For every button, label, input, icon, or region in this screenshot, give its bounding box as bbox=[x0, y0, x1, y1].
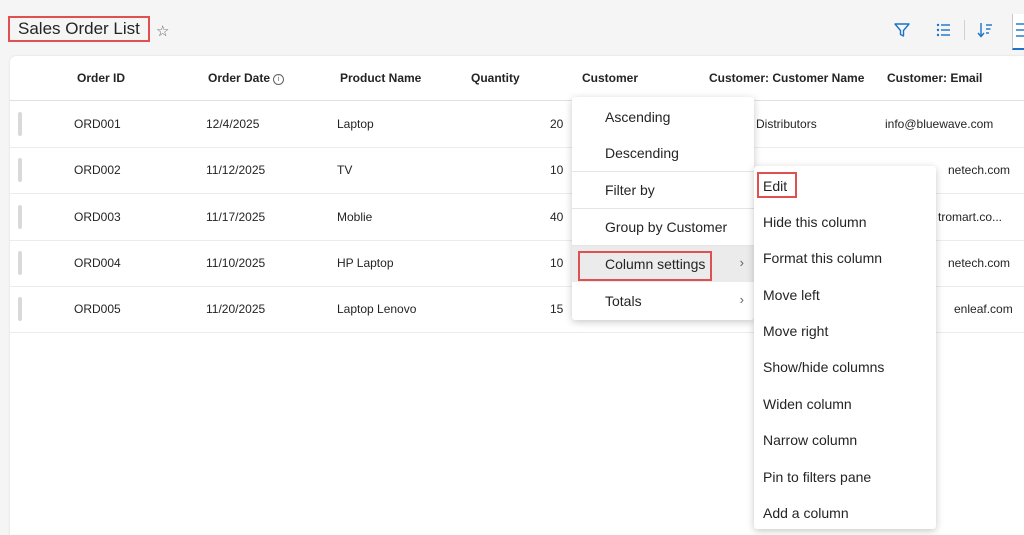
menu-item-label: Format this column bbox=[763, 250, 883, 266]
cell-order-id[interactable]: ORD003 bbox=[74, 210, 121, 224]
menu-item-label: Descending bbox=[605, 145, 679, 161]
menu-item-label: Widen column bbox=[763, 396, 852, 412]
cell-product-name: Moblie bbox=[337, 210, 373, 224]
menu-item-label: Filter by bbox=[605, 182, 655, 198]
submenu-item-narrow-column[interactable]: Narrow column bbox=[754, 422, 936, 458]
cell-customer-email: netech.com bbox=[948, 163, 1011, 177]
row-select-handle[interactable] bbox=[18, 251, 22, 275]
column-header-customer-name[interactable]: Customer: Customer Name bbox=[709, 71, 864, 85]
menu-item-label: Group by Customer bbox=[605, 219, 728, 235]
cell-customer-email: netech.com bbox=[948, 256, 1011, 270]
cell-order-date: 11/17/2025 bbox=[206, 210, 266, 224]
page-title[interactable]: Sales Order List bbox=[8, 16, 150, 42]
column-settings-submenu: Edit Hide this column Format this column… bbox=[754, 166, 936, 529]
cell-order-id[interactable]: ORD004 bbox=[74, 256, 121, 270]
column-header-quantity[interactable]: Quantity bbox=[471, 71, 520, 85]
cell-order-date: 11/20/2025 bbox=[206, 302, 266, 316]
menu-item-label: Move right bbox=[763, 323, 829, 339]
column-header-customer[interactable]: Customer bbox=[582, 71, 638, 85]
toolbar-separator bbox=[964, 20, 965, 40]
submenu-item-add-column[interactable]: Add a column bbox=[754, 495, 936, 531]
cell-order-date: 11/12/2025 bbox=[206, 163, 266, 177]
menu-item-label: Move left bbox=[763, 287, 820, 303]
chevron-right-icon: › bbox=[739, 255, 744, 270]
column-header-label: Customer: Email bbox=[887, 71, 983, 85]
cell-quantity: 10 bbox=[550, 256, 564, 270]
menu-item-label: Add a column bbox=[763, 505, 849, 521]
cell-customer-email: info@bluewave.com bbox=[885, 117, 994, 131]
menu-item-label: Column settings bbox=[605, 256, 706, 272]
cell-quantity: 10 bbox=[550, 163, 564, 177]
menu-item-totals[interactable]: Totals › bbox=[572, 283, 754, 319]
column-header-order-id[interactable]: Order ID bbox=[77, 71, 125, 85]
menu-item-column-settings[interactable]: Column settings › bbox=[572, 246, 754, 282]
list-icon[interactable] bbox=[933, 20, 953, 40]
menu-item-label: Totals bbox=[605, 293, 642, 309]
star-outline-icon[interactable]: ☆ bbox=[156, 22, 169, 40]
menu-item-descending[interactable]: Descending bbox=[572, 135, 754, 171]
menu-item-ascending[interactable]: Ascending bbox=[572, 99, 754, 135]
submenu-item-move-left[interactable]: Move left bbox=[754, 277, 936, 313]
cell-product-name: HP Laptop bbox=[337, 256, 394, 270]
cell-quantity: 15 bbox=[550, 302, 564, 316]
cell-customer-email: tromart.co... bbox=[938, 210, 1003, 224]
submenu-item-move-right[interactable]: Move right bbox=[754, 313, 936, 349]
column-header-order-date[interactable]: Order Date i bbox=[208, 71, 285, 85]
list-view-icon[interactable] bbox=[1012, 14, 1024, 50]
info-icon[interactable]: i bbox=[273, 74, 285, 85]
row-select-handle[interactable] bbox=[18, 112, 22, 136]
row-select-handle[interactable] bbox=[18, 205, 22, 229]
filter-icon[interactable] bbox=[892, 20, 912, 40]
submenu-item-pin-to-filters[interactable]: Pin to filters pane bbox=[754, 459, 936, 495]
menu-item-label: Hide this column bbox=[763, 214, 867, 230]
column-header-label: Order ID bbox=[77, 71, 126, 85]
menu-item-group-by-customer[interactable]: Group by Customer bbox=[572, 209, 754, 245]
submenu-item-widen-column[interactable]: Widen column bbox=[754, 386, 936, 422]
cell-quantity: 40 bbox=[550, 210, 564, 224]
cell-order-id[interactable]: ORD002 bbox=[74, 163, 121, 177]
submenu-item-show-hide-columns[interactable]: Show/hide columns bbox=[754, 349, 936, 385]
column-header-label: Quantity bbox=[471, 71, 520, 85]
cell-quantity: 20 bbox=[550, 117, 564, 131]
table-header: Order ID Order Date i Product Name Quanti… bbox=[10, 56, 1024, 101]
menu-item-filter-by[interactable]: Filter by bbox=[572, 172, 754, 208]
cell-order-id[interactable]: ORD001 bbox=[74, 117, 121, 131]
cell-order-date: 12/4/2025 bbox=[206, 117, 260, 131]
column-header-label: Product Name bbox=[340, 71, 422, 85]
column-header-product-name[interactable]: Product Name bbox=[340, 71, 421, 85]
cell-product-name: Laptop Lenovo bbox=[337, 302, 417, 316]
menu-item-label: Show/hide columns bbox=[763, 359, 885, 375]
cell-product-name: TV bbox=[337, 163, 353, 177]
cell-order-date: 11/10/2025 bbox=[206, 256, 266, 270]
row-select-handle[interactable] bbox=[18, 297, 22, 321]
column-header-customer-email[interactable]: Customer: Email bbox=[887, 71, 982, 85]
chevron-right-icon: › bbox=[739, 292, 744, 307]
cell-customer-name[interactable]: e Distributors bbox=[746, 117, 817, 131]
menu-item-label: Pin to filters pane bbox=[763, 469, 872, 485]
sort-icon[interactable] bbox=[975, 20, 995, 40]
table-row[interactable]: ORD001 12/4/2025 Laptop 20 e Distributor… bbox=[10, 101, 1024, 148]
menu-item-label: Narrow column bbox=[763, 432, 858, 448]
menu-item-label: Edit bbox=[763, 178, 788, 194]
cell-customer-email: enleaf.com bbox=[954, 302, 1013, 316]
submenu-item-format-column[interactable]: Format this column bbox=[754, 240, 936, 276]
column-header-label: Customer bbox=[582, 71, 639, 85]
cell-order-id[interactable]: ORD005 bbox=[74, 302, 121, 316]
submenu-item-hide-column[interactable]: Hide this column bbox=[754, 204, 936, 240]
row-select-handle[interactable] bbox=[18, 158, 22, 182]
page-header: Sales Order List ☆ bbox=[0, 0, 1024, 56]
submenu-item-edit[interactable]: Edit bbox=[754, 168, 936, 204]
menu-item-label: Ascending bbox=[605, 109, 671, 125]
page-title-text: Sales Order List bbox=[18, 19, 140, 38]
column-header-label: Customer: Customer Name bbox=[709, 71, 865, 85]
column-header-label: Order Date bbox=[208, 71, 271, 85]
cell-product-name: Laptop bbox=[337, 117, 374, 131]
column-context-menu: Ascending Descending Filter by Group by … bbox=[572, 97, 754, 320]
